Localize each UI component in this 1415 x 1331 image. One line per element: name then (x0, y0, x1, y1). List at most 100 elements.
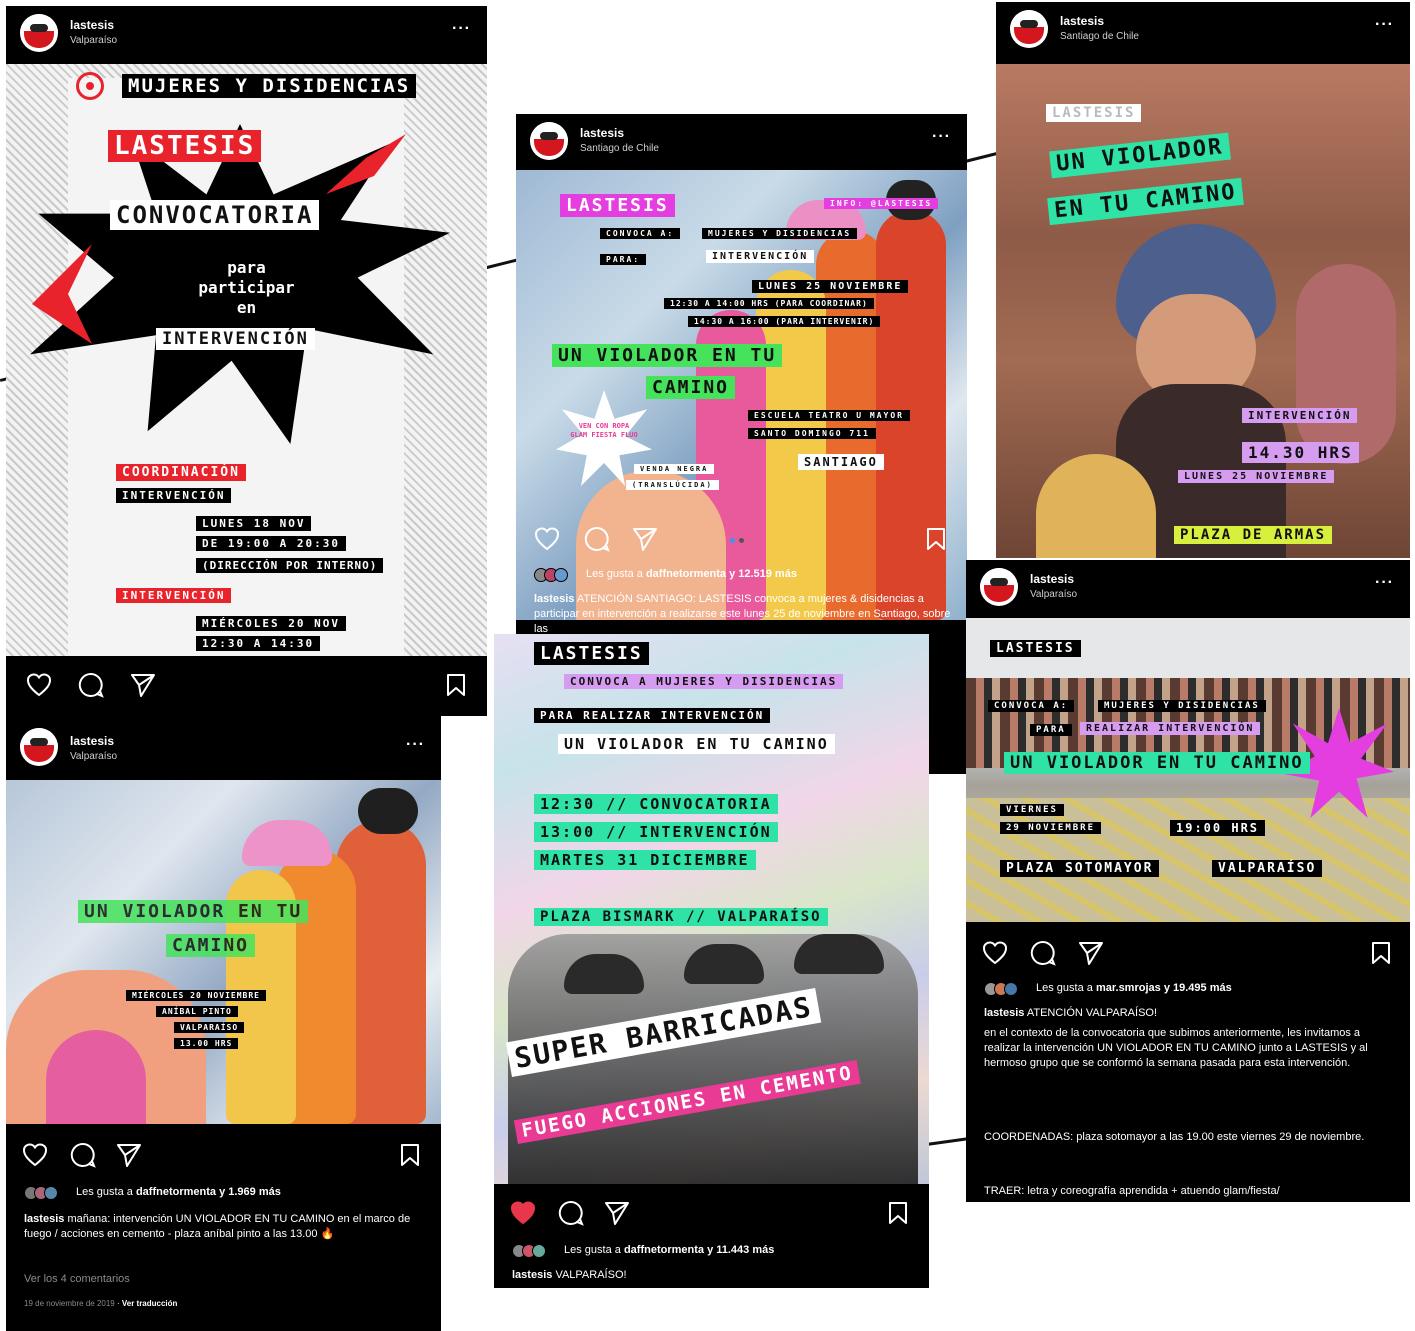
comment-bubble-icon[interactable] (76, 670, 106, 700)
bookmark-icon[interactable] (921, 524, 951, 554)
paper-plane-icon[interactable] (630, 524, 660, 554)
poster-text: MUJERES Y DISIDENCIAS (1098, 700, 1266, 712)
location[interactable]: Valparaíso (1030, 589, 1077, 600)
poster-text: REALIZAR INTERVENCIÓN (1080, 722, 1261, 735)
likes-count[interactable]: y 1.969 más (219, 1186, 281, 1198)
poster-text: UN VIOLADOR EN TU CAMINO (558, 734, 835, 754)
ellipsis-icon[interactable]: ··· (452, 20, 471, 38)
ellipsis-icon[interactable]: ··· (1375, 574, 1394, 592)
location[interactable]: Santiago de Chile (580, 143, 659, 154)
liker-avatars[interactable] (984, 982, 1030, 997)
poster-text: ESCUELA TEATRO U MAYOR (748, 410, 910, 421)
comment-bubble-icon[interactable] (582, 524, 612, 554)
poster-text: PLAZA SOTOMAYOR (1000, 860, 1160, 877)
poster-text: INTERVENCIÓN (116, 488, 232, 503)
post-valparaiso-super-barricadas: LASTESIS CONVOCA A MUJERES Y DISIDENCIAS… (494, 634, 929, 1288)
location[interactable]: Valparaíso (70, 751, 117, 762)
username[interactable]: lastesis (1030, 572, 1074, 586)
poster-text: participar (198, 278, 295, 297)
caption-username[interactable]: lastesis (984, 1007, 1024, 1019)
likes-user[interactable]: daffnetormenta (624, 1244, 704, 1256)
avatar[interactable] (1010, 10, 1048, 48)
caption-username[interactable]: lastesis (24, 1213, 64, 1225)
likes-count[interactable]: y 12.519 más (729, 568, 797, 580)
poster-text: COORDINACIÓN (116, 464, 246, 481)
comment-bubble-icon[interactable] (68, 1140, 98, 1170)
liker-avatars[interactable] (24, 1186, 70, 1201)
swimmer-figure (1296, 264, 1396, 464)
avatar[interactable] (20, 728, 58, 766)
swim-cap (242, 820, 332, 866)
bookmark-icon[interactable] (883, 1198, 913, 1228)
heart-icon[interactable] (24, 670, 54, 700)
username[interactable]: lastesis (580, 126, 624, 140)
action-bar (516, 516, 967, 560)
poster-text: VENDA NEGRA (634, 464, 715, 474)
poster-text: CAMINO (646, 376, 736, 399)
likes-line: Les gusta a daffnetormenta y 1.969 más (24, 1186, 281, 1201)
caption-username[interactable]: lastesis (512, 1269, 552, 1281)
heart-icon[interactable] (532, 524, 562, 554)
heart-icon[interactable] (508, 1198, 538, 1228)
caption-body: en el contexto de la convocatoria que su… (984, 1027, 1368, 1069)
liker-avatars[interactable] (512, 1244, 558, 1259)
ellipsis-icon[interactable]: ··· (406, 736, 425, 754)
avatar[interactable] (980, 568, 1018, 606)
poster-text: (DIRECCIÓN POR INTERNO) (196, 558, 384, 573)
poster-text: ANÍBAL PINTO (156, 1006, 238, 1017)
liker-avatars[interactable] (534, 568, 580, 583)
poster-text: en (236, 298, 257, 317)
view-comments-link[interactable]: Ver los 4 comentarios (24, 1272, 427, 1287)
caption: lastesis mañana: intervención UN VIOLADO… (24, 1212, 427, 1242)
poster-text: EN TU CAMINO (1047, 177, 1244, 226)
post-santiago-plaza-armas: lastesis Santiago de Chile ··· LASTESIS … (996, 2, 1410, 558)
paper-plane-icon[interactable] (128, 670, 158, 700)
location[interactable]: Valparaíso (70, 35, 117, 46)
post-header: lastesis Valparaíso ··· (6, 6, 487, 64)
poster-text: MARTES 31 DICIEMBRE (534, 850, 756, 870)
bookmark-icon[interactable] (1366, 938, 1396, 968)
likes-line: Les gusta a daffnetormenta y 11.443 más (512, 1244, 774, 1259)
post-header: lastesis Valparaíso ··· (6, 716, 441, 778)
likes-user[interactable]: daffnetormenta (646, 568, 726, 580)
poster-text: INTERVENCIÓN (1242, 408, 1358, 423)
poster-text: INTERVENCIÓN (116, 588, 232, 603)
heart-icon[interactable] (20, 1140, 50, 1170)
poster-text: CONVOCATORIA (110, 200, 320, 230)
action-bar (6, 662, 487, 706)
comment-bubble-icon[interactable] (556, 1198, 586, 1228)
avatar[interactable] (530, 122, 568, 160)
likes-user[interactable]: mar.smrojas (1096, 982, 1161, 994)
likes-line: Les gusta a mar.smrojas y 19.495 más (984, 982, 1232, 997)
ellipsis-icon[interactable]: ··· (932, 128, 951, 146)
bookmark-icon[interactable] (395, 1140, 425, 1170)
username[interactable]: lastesis (70, 734, 114, 748)
paper-plane-icon[interactable] (114, 1140, 144, 1170)
comment-bubble-icon[interactable] (1028, 938, 1058, 968)
likes-user[interactable]: daffnetormenta (136, 1186, 216, 1198)
swim-cap (358, 788, 418, 834)
caption-username[interactable]: lastesis (534, 593, 574, 605)
carousel-dots (730, 538, 748, 544)
likes-count[interactable]: y 11.443 más (707, 1244, 774, 1256)
ellipsis-icon[interactable]: ··· (1375, 16, 1394, 34)
action-bar (6, 1132, 441, 1176)
translate-link[interactable]: Ver traducción (122, 1299, 178, 1308)
likes-count[interactable]: y 19.495 más (1164, 982, 1232, 994)
location[interactable]: Santiago de Chile (1060, 31, 1139, 42)
poster-text: 29 NOVIEMBRE (1000, 822, 1102, 834)
poster-text: 12:30 A 14:00 HRS (PARA COORDINAR) (664, 298, 874, 309)
post-header: lastesis Santiago de Chile ··· (516, 114, 967, 168)
username[interactable]: lastesis (70, 18, 114, 32)
avatar[interactable] (20, 14, 58, 52)
username[interactable]: lastesis (1060, 14, 1104, 28)
heart-icon[interactable] (980, 938, 1010, 968)
paper-plane-icon[interactable] (1076, 938, 1106, 968)
target-icon (76, 72, 104, 100)
connector-line (964, 151, 998, 164)
bookmark-icon[interactable] (441, 670, 471, 700)
paper-plane-icon[interactable] (602, 1198, 632, 1228)
post-meta: 19 de noviembre de 2019 · Ver traducción (24, 1299, 178, 1308)
post-valparaiso-convocatoria: lastesis Valparaíso ··· MUJERES Y DISIDE… (6, 6, 487, 716)
poster-text: MUJERES Y DISIDENCIAS (702, 228, 858, 239)
